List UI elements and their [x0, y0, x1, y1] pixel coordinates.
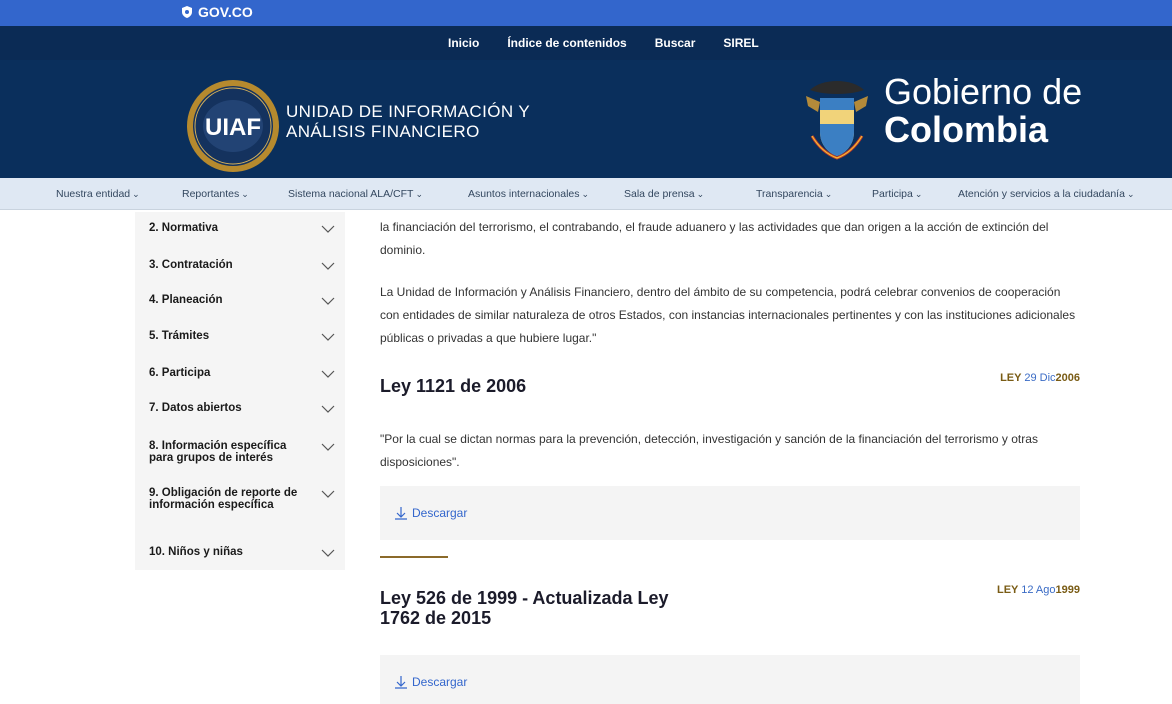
sidebar-item-label: 4. Planeación [149, 294, 223, 306]
download-icon[interactable] [394, 506, 408, 520]
sidebar-item-obligacion-reporte[interactable]: 9. Obligación de reporte de información … [149, 487, 335, 511]
menu-reportantes[interactable]: Reportantes ⌄ [182, 188, 249, 200]
chevron-down-icon [321, 443, 335, 451]
menu-label: Sala de prensa [624, 188, 695, 200]
chevron-down-icon: ⌄ [581, 189, 590, 199]
chevron-down-icon: ⌄ [696, 189, 705, 199]
download-box: Descargar [380, 486, 1080, 540]
download-link[interactable]: Descargar [412, 506, 467, 520]
menu-sala-de-prensa[interactable]: Sala de prensa ⌄ [624, 188, 704, 200]
law-type: LEY [1000, 372, 1022, 384]
download-link[interactable]: Descargar [412, 675, 467, 689]
sidebar-item-participa[interactable]: 6. Participa [149, 367, 335, 379]
menu-label: Atención y servicios a la ciudadanía [958, 188, 1125, 200]
entity-name-line1: UNIDAD DE INFORMACIÓN Y [286, 102, 531, 121]
top-nav-indice[interactable]: Índice de contenidos [507, 36, 626, 50]
chevron-down-icon [321, 549, 335, 557]
sidebar-item-ninos-ninas[interactable]: 10. Niños y niñas [149, 546, 335, 558]
law-daymonth: 29 Dic [1024, 372, 1056, 384]
menu-participa[interactable]: Participa ⌄ [872, 188, 922, 200]
law-type: LEY [996, 584, 1019, 596]
top-nav-inicio[interactable]: Inicio [448, 36, 479, 50]
gov-co-logo[interactable]: GOV.CO [180, 2, 253, 22]
intro-paragraph-2: La Unidad de Información y Análisis Fina… [380, 285, 1076, 345]
top-nav: Inicio Índice de contenidos Buscar SIREL [0, 26, 1172, 60]
transparency-sidebar: 2. Normativa 3. Contratación 4. Planeaci… [135, 212, 345, 570]
sidebar-item-label: 7. Datos abiertos [149, 402, 242, 414]
chevron-down-icon: ⌄ [241, 189, 249, 199]
gobierno-line2: Colombia [884, 109, 1049, 150]
law-year: 2006 [1055, 372, 1080, 384]
colombia-coat-of-arms-icon[interactable] [802, 76, 872, 162]
download-box: Descargar [380, 655, 1080, 704]
sidebar-item-label: 2. Normativa [149, 222, 219, 234]
main-menu: Nuestra entidad ⌄ Reportantes ⌄ Sistema na… [0, 178, 1172, 210]
menu-label: Sistema nacional ALA/CFT [288, 188, 414, 200]
chevron-down-icon: ⌄ [132, 189, 140, 199]
menu-transparencia[interactable]: Transparencia ⌄ [756, 188, 832, 200]
chevron-down-icon [321, 405, 335, 413]
sidebar-item-contratacion[interactable]: 3. Contratación [149, 259, 335, 271]
law-date: LEY 12 Ago1999 [997, 584, 1080, 596]
gobierno-line1: Gobierno de [884, 71, 1083, 112]
sidebar-item-planeacion[interactable]: 4. Planeación [149, 294, 335, 306]
chevron-down-icon: ⌄ [1126, 189, 1135, 199]
gov-co-shield-icon [182, 6, 192, 18]
chevron-down-icon [321, 225, 335, 233]
chevron-down-icon: ⌄ [415, 189, 424, 199]
download-icon[interactable] [394, 675, 408, 689]
gov-co-logo-text: GOV.CO [198, 4, 253, 20]
chevron-down-icon [321, 297, 335, 305]
sidebar-item-label: 8. Información específica para grupos de… [149, 440, 287, 464]
entity-name-line2: ANÁLISIS FINANCIERO [286, 122, 480, 141]
gov-co-bar: GOV.CO [0, 0, 1172, 26]
menu-label: Asuntos internacionales [468, 188, 580, 200]
menu-label: Reportantes [182, 188, 240, 200]
header-banner: UIAF UNIDAD DE INFORMACIÓN Y ANÁLISIS FI… [0, 60, 1172, 178]
gobierno-de-colombia-logo[interactable]: Gobierno de Colombia [884, 74, 1082, 148]
chevron-down-icon [321, 490, 335, 498]
chevron-down-icon [321, 370, 335, 378]
menu-label: Transparencia [756, 188, 823, 200]
law-year: 1999 [1055, 584, 1080, 596]
sidebar-item-label: 5. Trámites [149, 330, 210, 342]
sidebar-item-label: 3. Contratación [149, 259, 233, 271]
uiaf-seal-text: UIAF [205, 114, 261, 141]
menu-asuntos-internacionales[interactable]: Asuntos internacionales ⌄ [468, 188, 589, 200]
chevron-down-icon [321, 262, 335, 270]
entity-name: UNIDAD DE INFORMACIÓN Y ANÁLISIS FINANCI… [286, 102, 530, 142]
chevron-down-icon [321, 333, 335, 341]
sidebar-item-label: 6. Participa [149, 367, 211, 379]
menu-atencion[interactable]: Atención y servicios a la ciudadanía ⌄ [958, 188, 1134, 200]
chevron-down-icon: ⌄ [914, 189, 923, 199]
law-daymonth: 12 Ago [1021, 584, 1056, 596]
sidebar-item-label: 10. Niños y niñas [149, 546, 243, 558]
menu-sistema-nacional[interactable]: Sistema nacional ALA/CFT ⌄ [288, 188, 423, 200]
chevron-down-icon: ⌄ [824, 189, 833, 199]
law-description: "Por la cual se dictan normas para la pr… [380, 432, 1038, 469]
sidebar-item-normativa[interactable]: 2. Normativa [149, 222, 335, 234]
law-title: Ley 1121 de 2006 [380, 376, 527, 396]
sidebar-item-datos-abiertos[interactable]: 7. Datos abiertos [149, 402, 335, 414]
law-title: Ley 526 de 1999 - Actualizada Ley 1762 d… [380, 588, 669, 628]
menu-label: Participa [872, 188, 913, 200]
law-separator [380, 556, 448, 558]
intro-paragraph-1: la financiación del terrorismo, el contr… [380, 220, 1049, 257]
sidebar-item-label: 9. Obligación de reporte de información … [149, 487, 298, 511]
law-date: LEY 29 Dic2006 [1000, 372, 1080, 384]
top-nav-buscar[interactable]: Buscar [655, 36, 696, 50]
top-nav-sirel[interactable]: SIREL [723, 36, 758, 50]
menu-nuestra-entidad[interactable]: Nuestra entidad ⌄ [56, 188, 140, 200]
menu-label: Nuestra entidad [56, 188, 131, 200]
uiaf-seal-logo[interactable]: UIAF [185, 78, 281, 174]
sidebar-item-tramites[interactable]: 5. Trámites [149, 330, 335, 342]
sidebar-item-info-grupos-interes[interactable]: 8. Información específica para grupos de… [149, 440, 335, 464]
